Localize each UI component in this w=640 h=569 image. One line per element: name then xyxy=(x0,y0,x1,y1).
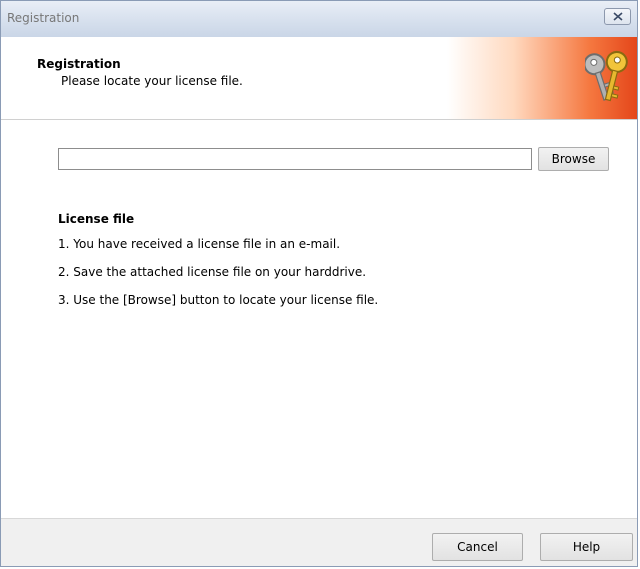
header-subtitle: Please locate your license file. xyxy=(61,74,243,88)
wizard-header: Registration Please locate your license … xyxy=(1,37,637,120)
instruction-step: 3. Use the [Browse] button to locate you… xyxy=(58,293,379,307)
instruction-step: 2. Save the attached license file on you… xyxy=(58,265,367,279)
content-panel: Browse License file 1. You have received… xyxy=(1,120,637,518)
instruction-step: 1. You have received a license file in a… xyxy=(58,237,341,251)
close-button[interactable] xyxy=(604,8,631,25)
registration-dialog: Registration Registration Please locate … xyxy=(0,0,638,567)
keys-icon xyxy=(585,50,628,102)
license-path-input[interactable] xyxy=(58,148,532,170)
close-icon xyxy=(613,12,623,21)
license-file-heading: License file xyxy=(58,212,135,226)
help-button[interactable]: Help xyxy=(540,533,633,561)
button-bar: Cancel Help xyxy=(1,518,637,566)
title-bar: Registration xyxy=(1,1,637,37)
window-title: Registration xyxy=(7,11,80,25)
cancel-button[interactable]: Cancel xyxy=(432,533,523,561)
header-title: Registration xyxy=(37,57,121,71)
browse-button[interactable]: Browse xyxy=(538,147,609,171)
